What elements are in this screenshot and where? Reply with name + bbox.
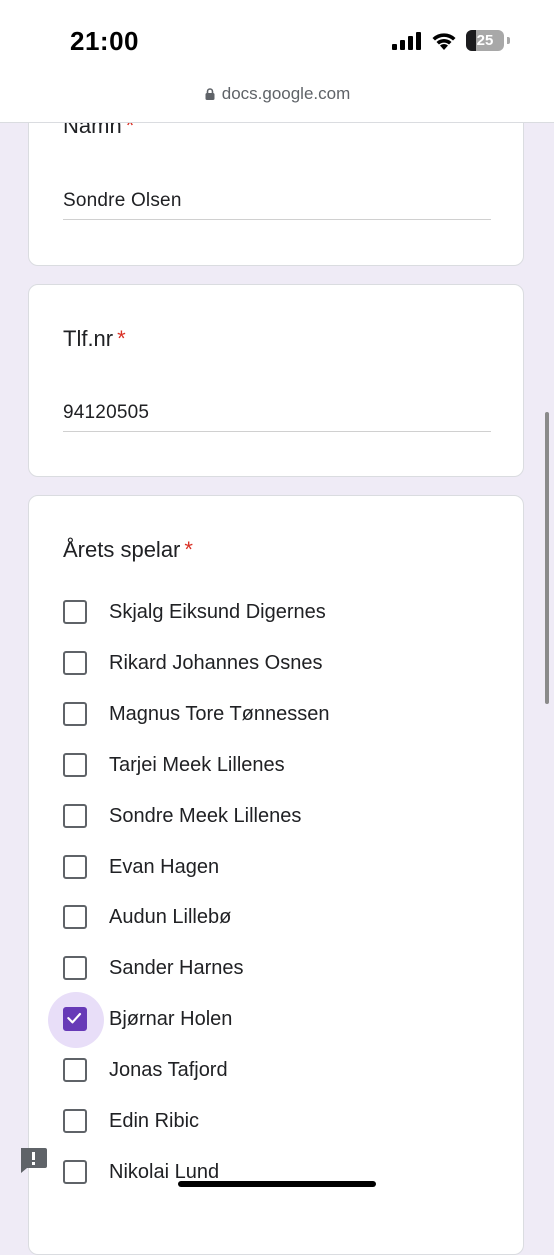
checkbox-label: Magnus Tore Tønnessen — [109, 702, 330, 725]
url-text: docs.google.com — [221, 84, 351, 103]
checkbox[interactable] — [63, 650, 87, 675]
required-mark: * — [184, 537, 193, 562]
input-underline — [63, 431, 491, 432]
checkbox[interactable] — [63, 1109, 87, 1133]
checkbox[interactable] — [63, 1159, 87, 1184]
checkbox-label: Sander Harnes — [109, 957, 244, 980]
report-issue-icon[interactable] — [18, 1146, 48, 1174]
question-title-text: Tlf.nr — [63, 326, 114, 351]
checkbox[interactable] — [63, 956, 87, 981]
checkbox[interactable] — [63, 905, 87, 930]
checkbox[interactable] — [63, 752, 87, 777]
question-title-text: Årets spelar — [63, 537, 181, 562]
question-title: Tlf.nr * — [63, 326, 126, 352]
checkbox[interactable] — [63, 1058, 87, 1083]
checkbox-label: Sondre Meek Lillenes — [109, 804, 302, 827]
checkbox[interactable] — [63, 701, 87, 726]
status-time: 21:00 — [70, 26, 139, 56]
question-title: Årets spelar * — [63, 537, 193, 563]
checkbox-label: Skjalg Eiksund Digernes — [109, 601, 326, 623]
checkbox[interactable] — [63, 600, 87, 624]
battery-icon: 25 — [466, 30, 510, 51]
checkbox-checked[interactable] — [63, 1007, 87, 1032]
checkbox-label: Edin Ribic — [109, 1110, 200, 1132]
checkbox-label: Tarjei Meek Lillenes — [109, 753, 285, 776]
wifi-icon — [432, 33, 456, 50]
checkbox-label: Jonas Tafjord — [109, 1059, 228, 1082]
input-underline — [63, 219, 491, 220]
signal-icon — [392, 32, 421, 50]
battery-level: 25 — [476, 32, 494, 49]
status-icons: 25 — [380, 28, 510, 54]
address-bar[interactable]: docs.google.com — [0, 84, 554, 104]
checkbox-label: Rikard Johannes Osnes — [109, 651, 323, 674]
required-mark: * — [117, 326, 126, 351]
question-card-phone: Tlf.nr * 94120505 — [28, 284, 524, 477]
browser-header: 21:00 25 docs.google.com — [0, 0, 554, 123]
checkbox[interactable] — [63, 803, 87, 828]
question-card-player: Årets spelar * Skjalg Eiksund Digernes Rik… — [28, 495, 524, 1255]
checkbox-label: Bjørnar Holen — [109, 1008, 233, 1031]
lock-icon — [205, 88, 215, 100]
name-input[interactable]: Sondre Olsen — [63, 190, 182, 212]
phone-input[interactable]: 94120505 — [63, 402, 149, 424]
home-indicator — [178, 1181, 376, 1187]
checkmark-icon — [67, 1013, 82, 1024]
checkbox-label: Evan Hagen — [109, 855, 220, 878]
page-scrollbar[interactable] — [545, 412, 549, 704]
checkbox-label: Audun Lillebø — [109, 906, 232, 929]
checkbox[interactable] — [63, 854, 87, 879]
